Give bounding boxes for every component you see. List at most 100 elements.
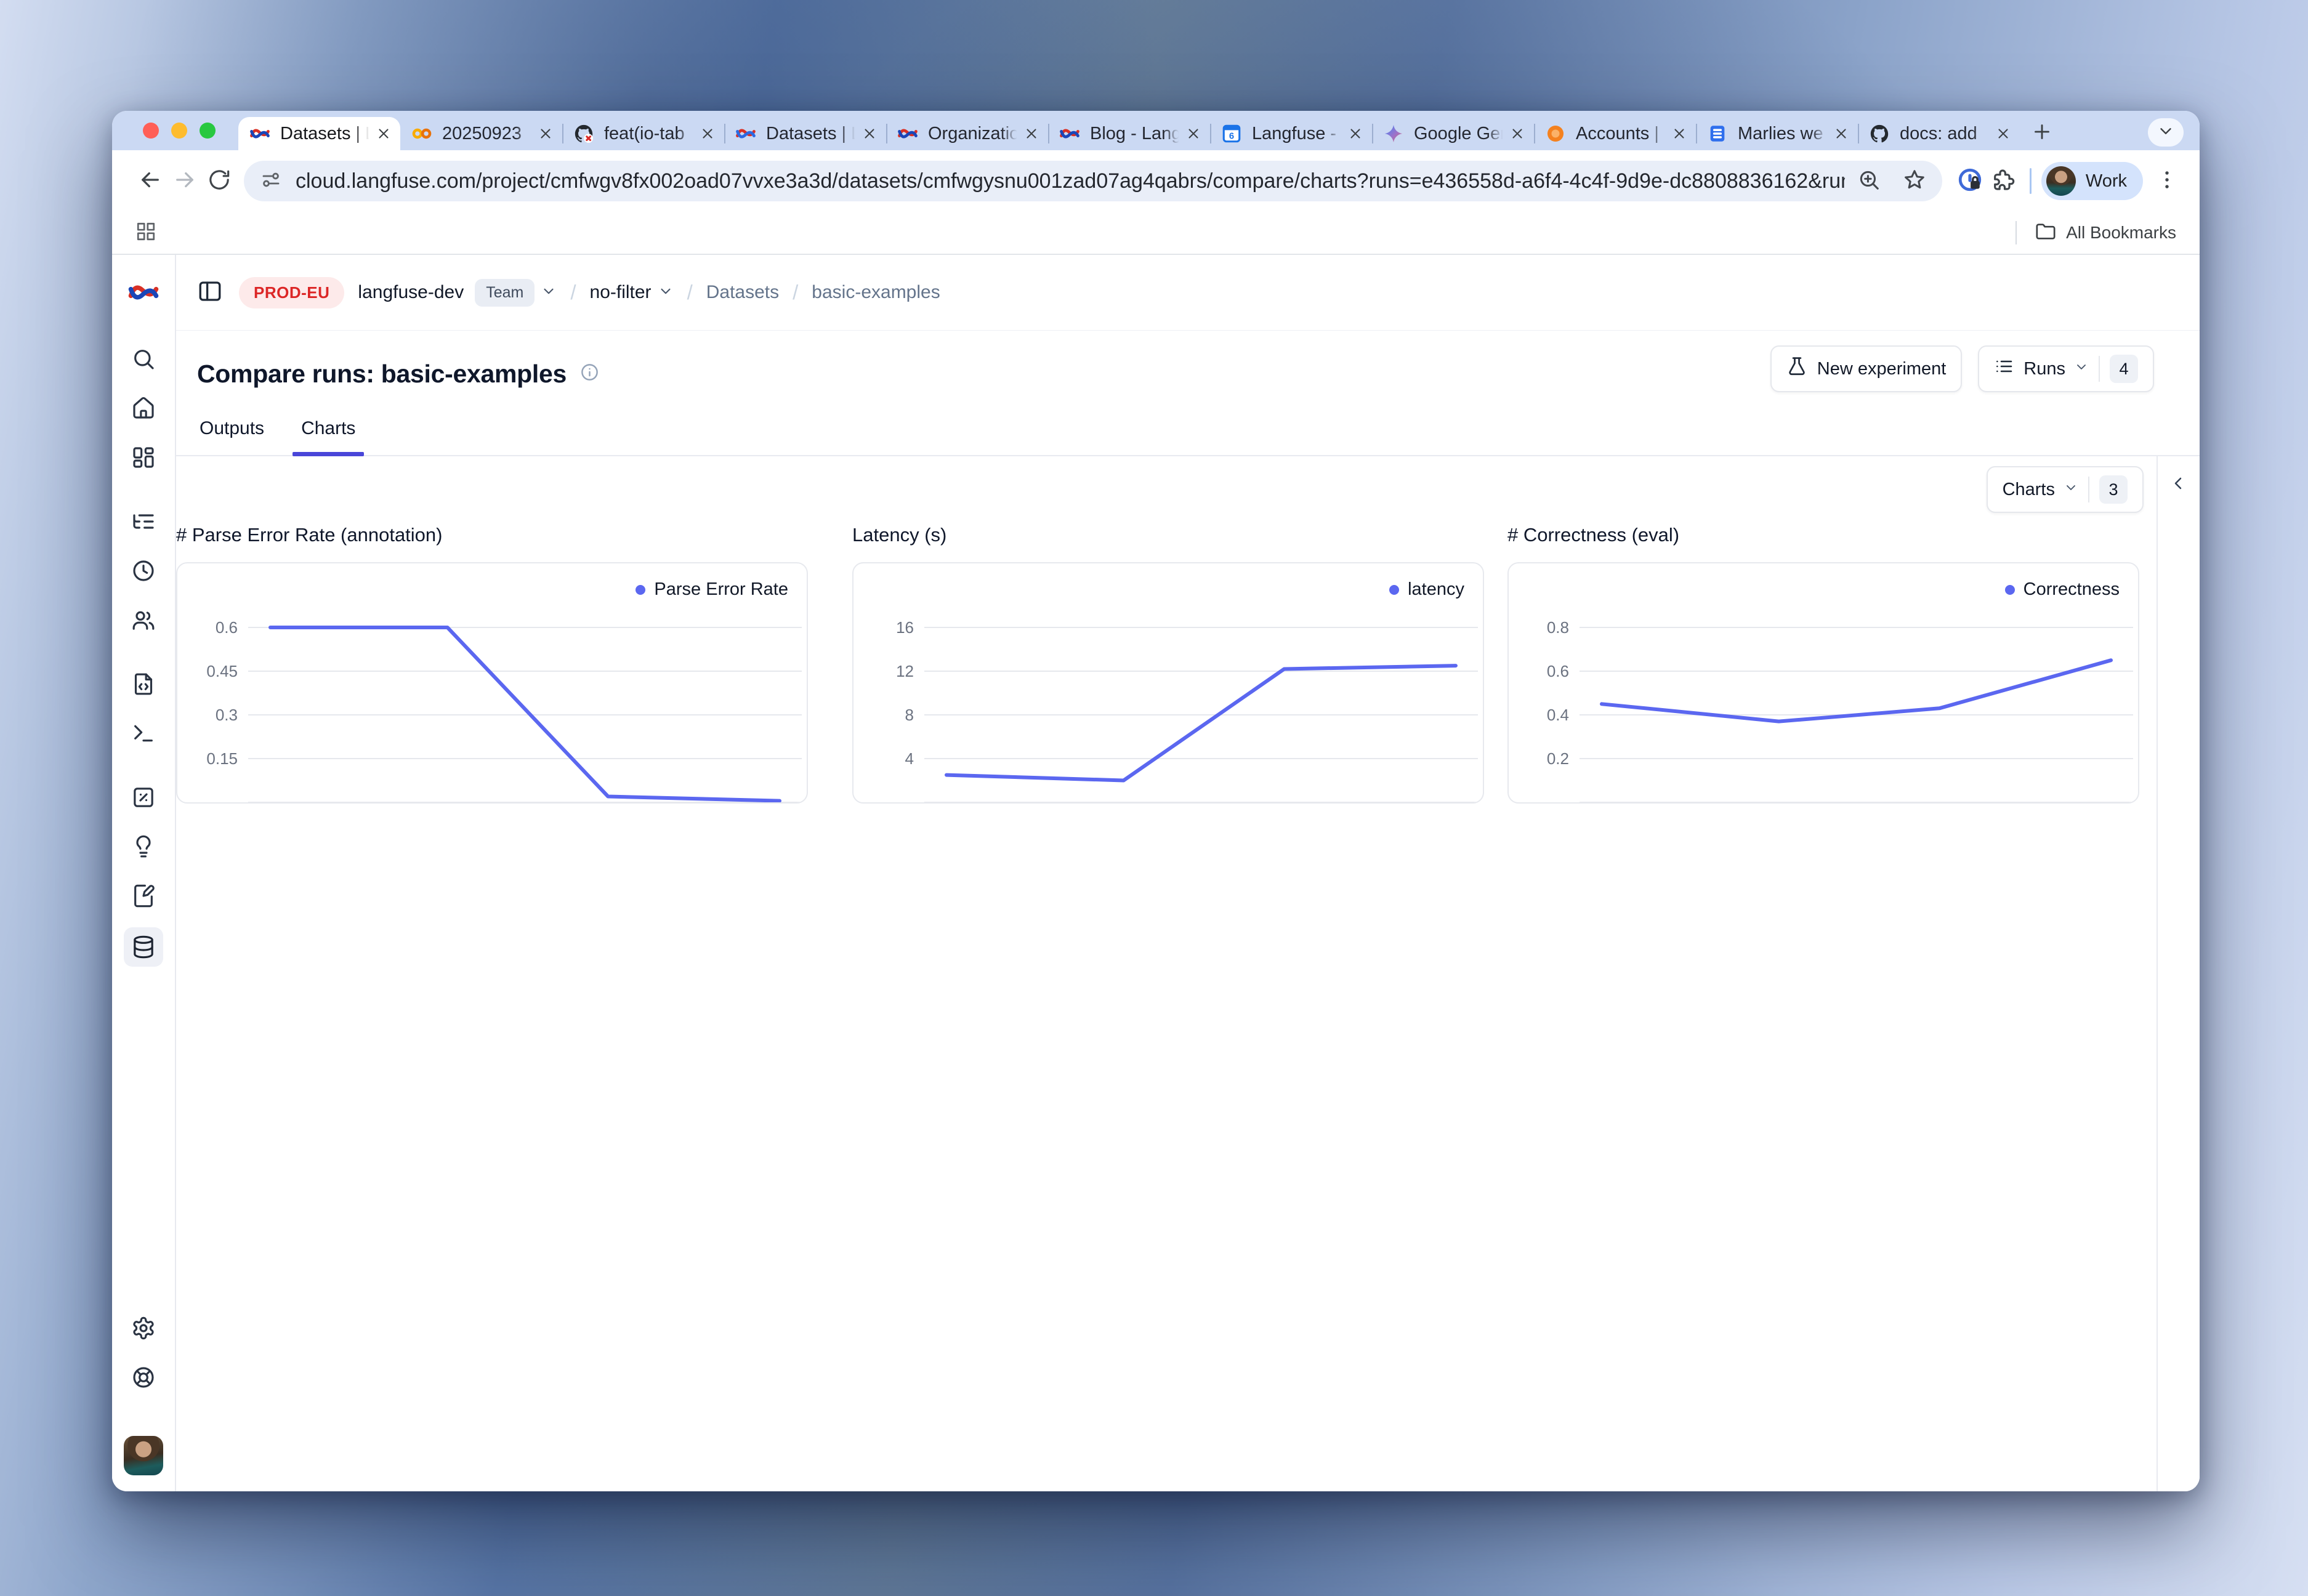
tab-close-icon[interactable] (1995, 126, 2011, 142)
tab-close-icon[interactable] (1509, 126, 1525, 142)
bookmarks-bar: All Bookmarks (112, 212, 2200, 255)
tab-outputs[interactable]: Outputs (197, 412, 267, 455)
forward-button[interactable] (167, 164, 202, 198)
langfuse-logo[interactable] (126, 276, 161, 312)
tab-close-icon[interactable] (1833, 126, 1849, 142)
tab-charts[interactable]: Charts (299, 412, 358, 455)
sidebar-item-users[interactable] (126, 602, 161, 638)
all-bookmarks-button[interactable]: All Bookmarks (2035, 221, 2176, 245)
project-chevron-down-icon[interactable] (658, 283, 674, 302)
chart-legend: latency (1389, 579, 1464, 600)
tab-close-icon[interactable] (1347, 126, 1363, 142)
reload-button[interactable] (202, 164, 236, 198)
new-experiment-button[interactable]: New experiment (1770, 345, 1963, 392)
close-window-button[interactable] (143, 123, 159, 139)
sidebar-item-annotation[interactable] (126, 829, 161, 864)
maximize-window-button[interactable] (200, 123, 216, 139)
close-icon (1185, 126, 1201, 142)
browser-tab[interactable]: Organizatio (886, 117, 1048, 150)
gemini-icon (1383, 123, 1404, 144)
sidebar-item-support[interactable] (126, 1360, 161, 1395)
browser-tab[interactable]: Blog - Lang (1048, 117, 1210, 150)
new-tab-button[interactable] (2026, 117, 2058, 149)
runs-dropdown-button[interactable]: Runs 4 (1978, 345, 2154, 392)
tab-close-icon[interactable] (861, 126, 878, 142)
charts-toolbar-label: Charts (2003, 480, 2055, 500)
svg-text:16: 16 (896, 618, 914, 637)
langfuse-icon (249, 123, 270, 144)
sidebar-item-home[interactable] (126, 390, 161, 426)
tab-title: Accounts | (1576, 124, 1668, 144)
page-title: Compare runs: basic-examples (197, 360, 567, 389)
apps-grid-icon (135, 221, 156, 242)
info-icon[interactable] (580, 363, 599, 385)
back-button[interactable] (133, 164, 167, 198)
tab-close-icon[interactable] (376, 126, 392, 142)
sidebar-item-prompts[interactable] (126, 666, 161, 702)
browser-tab[interactable]: Datasets | L (724, 117, 886, 150)
folder-icon (2035, 221, 2056, 242)
sidebar-item-experiments[interactable] (126, 878, 161, 914)
browser-profile-chip[interactable]: Work (2041, 162, 2143, 200)
sidebar-item-dashboards[interactable] (126, 440, 161, 475)
flask-icon (1786, 356, 1807, 377)
browser-tab[interactable]: docs: add (1858, 117, 2020, 150)
sidebar-item-settings[interactable] (126, 1310, 161, 1346)
browser-tab[interactable]: Google Ger (1372, 117, 1534, 150)
github-icon (1869, 123, 1890, 144)
extensions-puzzle-icon[interactable] (1987, 164, 2020, 198)
browser-tab[interactable]: Marlies we (1696, 117, 1858, 150)
list-icon (1994, 357, 2014, 381)
tab-close-icon[interactable] (1185, 126, 1201, 142)
sidebar-item-sessions[interactable] (126, 553, 161, 589)
browser-menu-icon[interactable] (2155, 168, 2179, 195)
panel-left-icon (197, 278, 223, 304)
list-icon (1994, 357, 2014, 376)
tab-title: Organizatio (928, 124, 1020, 144)
password-manager-extension-icon[interactable] (1953, 164, 1987, 198)
tab-title: Google Ger (1414, 124, 1506, 144)
org-chevron-down-icon[interactable] (541, 283, 557, 302)
charts-dropdown-button[interactable]: Charts 3 (1987, 466, 2144, 513)
sidebar-toggle-icon[interactable] (197, 278, 223, 307)
project-name[interactable]: no-filter (590, 282, 652, 303)
profile-label: Work (2086, 171, 2127, 191)
tab-title: feat(io-tab (604, 124, 696, 144)
tab-close-icon[interactable] (1023, 126, 1039, 142)
sidebar-item-evaluators[interactable] (126, 780, 161, 815)
tab-close-icon[interactable] (700, 126, 716, 142)
browser-tab[interactable]: feat(io-tab (562, 117, 724, 150)
user-avatar[interactable] (124, 1436, 163, 1475)
bookmark-star-icon[interactable] (1903, 168, 1926, 195)
life-buoy-icon (131, 1365, 156, 1390)
site-settings-icon[interactable] (260, 169, 282, 194)
sidebar-item-datasets[interactable] (124, 927, 163, 967)
collapse-panel-icon[interactable] (2168, 474, 2188, 496)
breadcrumb-datasets-link[interactable]: Datasets (706, 282, 779, 303)
chevron-left-icon (2168, 474, 2188, 493)
minimize-window-button[interactable] (171, 123, 187, 139)
svg-text:4: 4 (905, 749, 914, 768)
sidebar-item-search[interactable] (126, 341, 161, 377)
sidebar-item-playground[interactable] (126, 715, 161, 751)
breadcrumb-dataset-link[interactable]: basic-examples (812, 282, 940, 303)
close-icon (1671, 126, 1687, 142)
tab-search-button[interactable] (2148, 118, 2184, 147)
runs-count-badge: 4 (2110, 355, 2138, 383)
sidebar-item-tracing[interactable] (126, 504, 161, 539)
address-bar[interactable]: cloud.langfuse.com/project/cmfwgv8fx002o… (244, 161, 1942, 201)
legend-dot-icon (1389, 585, 1399, 595)
browser-tab[interactable]: Datasets | L (238, 117, 400, 150)
browser-tab[interactable]: 6Langfuse - (1210, 117, 1372, 150)
browser-tab[interactable]: 20250923 (400, 117, 562, 150)
tab-close-icon[interactable] (538, 126, 554, 142)
rows-icon (1707, 123, 1728, 144)
chart-section: # Correctness (eval)0.80.60.40.2Correctn… (1507, 524, 2139, 804)
tab-close-icon[interactable] (1671, 126, 1687, 142)
zoom-page-icon[interactable] (1857, 168, 1881, 195)
lightbulb-icon (131, 834, 156, 859)
org-name[interactable]: langfuse-dev (358, 282, 464, 303)
terminal-icon (131, 721, 156, 746)
browser-tab[interactable]: Accounts | (1534, 117, 1696, 150)
apps-grid-icon[interactable] (135, 221, 156, 245)
